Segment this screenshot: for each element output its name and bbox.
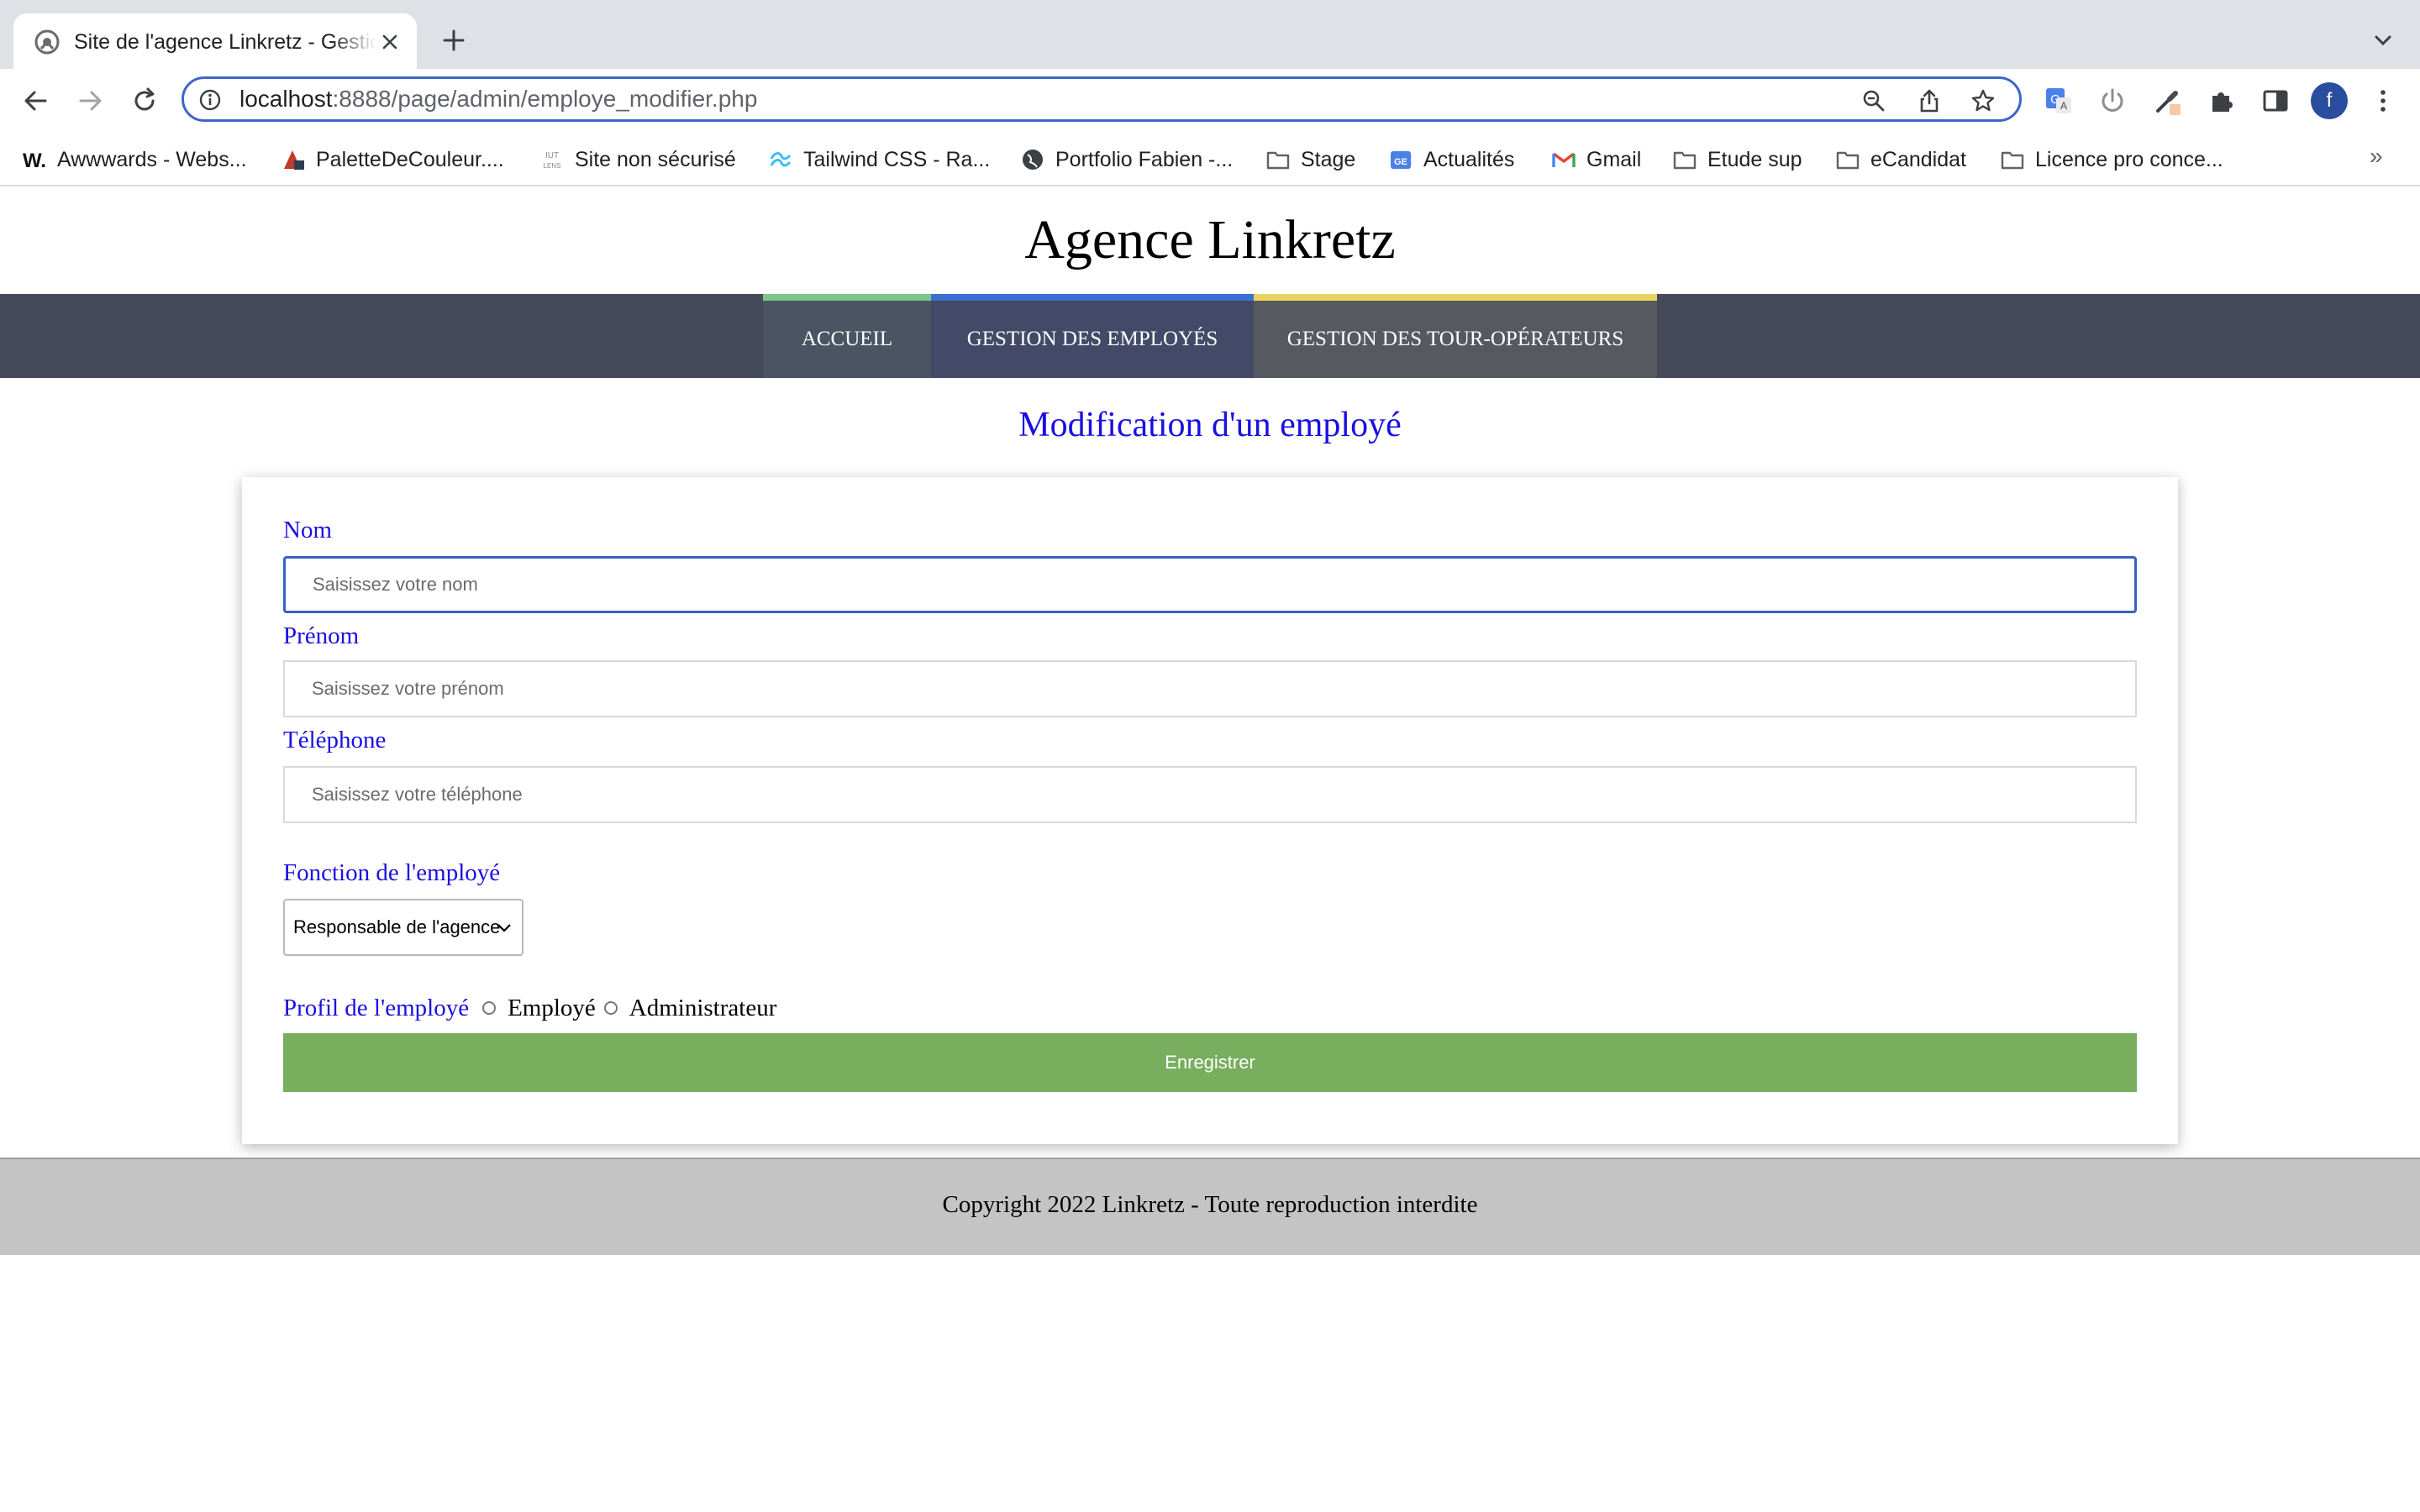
- google-translate-icon[interactable]: G A: [2044, 86, 2074, 116]
- bookmark-label: Licence pro conce...: [2035, 147, 2223, 171]
- bookmark-gmail[interactable]: Gmail: [1551, 143, 1641, 176]
- globe-icon: [1023, 150, 1043, 170]
- nav-item-label: ACCUEIL: [801, 328, 893, 350]
- address-bar[interactable]: localhost:8888/page/admin/employe_modifi…: [182, 76, 2022, 122]
- bookmark-label: eCandidat: [1870, 147, 1966, 171]
- svg-text:IUT: IUT: [545, 151, 559, 160]
- page-heading: Modification d'un employé: [1018, 406, 1402, 444]
- chevron-down-icon: [497, 924, 511, 932]
- nav-item-label: GESTION DES EMPLOYÉS: [966, 328, 1218, 350]
- bookmark-ecandidat[interactable]: eCandidat: [1835, 143, 1966, 176]
- awwwards-icon: W.: [23, 150, 46, 172]
- copyright-text: Copyright 2022 Linkretz - Toute reproduc…: [942, 1191, 1478, 1218]
- url-path: :8888/page/admin/employe_modifier.php: [332, 86, 758, 112]
- bookmark-tailwind[interactable]: Tailwind CSS - Ra...: [768, 143, 990, 176]
- bookmark-palettedecouleur[interactable]: PaletteDeCouleur....: [281, 143, 504, 176]
- bookmark-label: Stage: [1301, 147, 1356, 171]
- site-footer: Copyright 2022 Linkretz - Toute reproduc…: [0, 1158, 2420, 1255]
- share-icon[interactable]: [1917, 88, 1942, 113]
- telephone-input[interactable]: [283, 766, 2137, 823]
- news-icon: GE: [1391, 151, 1411, 169]
- side-panel-icon[interactable]: [2260, 86, 2291, 116]
- site-favicon-icon: [34, 29, 60, 55]
- enregistrer-button[interactable]: Enregistrer: [283, 1033, 2137, 1092]
- tab-title: Site de l'agence Linkretz - Gestion des …: [74, 30, 376, 54]
- profil-row: Profil de l'employé Employé Administrate…: [283, 991, 776, 1025]
- nav-item-label: GESTION DES TOUR-OPÉRATEURS: [1286, 328, 1624, 350]
- telephone-label: Téléphone: [283, 727, 387, 753]
- bookmark-stage[interactable]: Stage: [1265, 143, 1355, 176]
- bookmark-actualites[interactable]: GE Actualités: [1388, 143, 1514, 176]
- tailwind-icon: [770, 152, 792, 167]
- site-title: Agence Linkretz: [1024, 209, 1396, 270]
- extensions-puzzle-icon[interactable]: [2207, 86, 2237, 116]
- browser-tab-active[interactable]: Site de l'agence Linkretz - Gestion des …: [13, 13, 417, 69]
- site-info-icon[interactable]: [199, 89, 221, 111]
- bookmark-label: Portfolio Fabien -...: [1055, 147, 1234, 171]
- back-icon[interactable]: [20, 86, 50, 116]
- nav-item-gestion-tour-operateurs[interactable]: GESTION DES TOUR-OPÉRATEURS: [1254, 294, 1657, 378]
- prenom-input[interactable]: [283, 660, 2137, 717]
- bookmark-label: Gmail: [1586, 147, 1642, 171]
- fonction-select[interactable]: Responsable de l'agence: [283, 899, 523, 956]
- bookmark-label: Tailwind CSS - Ra...: [803, 147, 991, 171]
- prenom-label: Prénom: [283, 622, 360, 649]
- bookmark-portfolio[interactable]: Portfolio Fabien -...: [1020, 143, 1233, 176]
- nav-item-gestion-employes[interactable]: GESTION DES EMPLOYÉS: [931, 294, 1254, 378]
- new-tab-icon[interactable]: [440, 27, 467, 54]
- folder-icon: [2001, 151, 2024, 170]
- fonction-label: Fonction de l'employé: [283, 859, 501, 886]
- reload-icon[interactable]: [129, 86, 160, 116]
- nom-label: Nom: [283, 517, 332, 543]
- radio-administrateur-label[interactable]: Administrateur: [629, 995, 777, 1022]
- bookmark-label: Etude sup: [1707, 147, 1802, 171]
- svg-text:GE: GE: [1394, 157, 1407, 167]
- folder-icon: [1673, 151, 1697, 170]
- nav-item-accueil[interactable]: ACCUEIL: [763, 294, 931, 378]
- bookmark-star-icon[interactable]: [1970, 88, 1996, 113]
- folder-icon: [1266, 151, 1290, 170]
- folder-icon: [1836, 151, 1860, 170]
- gmail-icon: [1552, 152, 1576, 167]
- tab-search-chevron-icon[interactable]: [2371, 29, 2395, 52]
- svg-text:LENS: LENS: [544, 162, 561, 170]
- bookmark-licence-pro[interactable]: Licence pro conce...: [2000, 143, 2223, 176]
- bookmark-awwwards[interactable]: W. Awwwards - Webs...: [22, 143, 247, 176]
- power-icon[interactable]: [2097, 86, 2128, 116]
- bookmark-label: Site non sécurisé: [575, 147, 736, 171]
- browser-menu-icon[interactable]: [2368, 86, 2398, 116]
- forward-icon[interactable]: [76, 86, 106, 116]
- palette-icon: [284, 150, 304, 170]
- close-tab-icon[interactable]: [378, 30, 402, 54]
- url-text[interactable]: localhost:8888/page/admin/employe_modifi…: [239, 84, 757, 114]
- tab-strip: Site de l'agence Linkretz - Gestion des …: [0, 0, 2420, 69]
- browser-toolbar: localhost:8888/page/admin/employe_modifi…: [0, 69, 2420, 133]
- nom-input[interactable]: [283, 556, 2137, 613]
- main-navbar: ACCUEIL GESTION DES EMPLOYÉS GESTION DES…: [0, 294, 2420, 378]
- radio-employe[interactable]: [482, 1001, 497, 1015]
- eyedropper-icon[interactable]: [2153, 86, 2183, 116]
- fonction-selected-value: Responsable de l'agence: [293, 916, 501, 937]
- bookmark-site-non-securise[interactable]: IUT LENS Site non sécurisé: [539, 143, 736, 176]
- url-host: localhost: [239, 86, 333, 112]
- profile-avatar[interactable]: f: [2311, 82, 2348, 119]
- bookmarks-bar: W. Awwwards - Webs... PaletteDeCouleur..…: [0, 133, 2420, 186]
- radio-administrateur[interactable]: [603, 1001, 618, 1015]
- svg-text:A: A: [2060, 100, 2067, 112]
- profil-label: Profil de l'employé: [283, 994, 470, 1021]
- bookmark-etude-sup[interactable]: Etude sup: [1672, 143, 1802, 176]
- radio-employe-label[interactable]: Employé: [508, 995, 596, 1022]
- svg-text:W.: W.: [23, 150, 46, 172]
- bookmark-label: PaletteDeCouleur....: [316, 147, 504, 171]
- zoom-icon[interactable]: [1861, 88, 1886, 113]
- bookmark-label: Awwwards - Webs...: [57, 147, 247, 171]
- bookmarks-overflow-button[interactable]: »: [2370, 143, 2383, 170]
- bookmark-label: Actualités: [1423, 147, 1515, 171]
- iut-icon: IUT LENS: [544, 151, 561, 170]
- employee-form-card: Nom Prénom Téléphone Fonction de l'emplo…: [242, 477, 2178, 1144]
